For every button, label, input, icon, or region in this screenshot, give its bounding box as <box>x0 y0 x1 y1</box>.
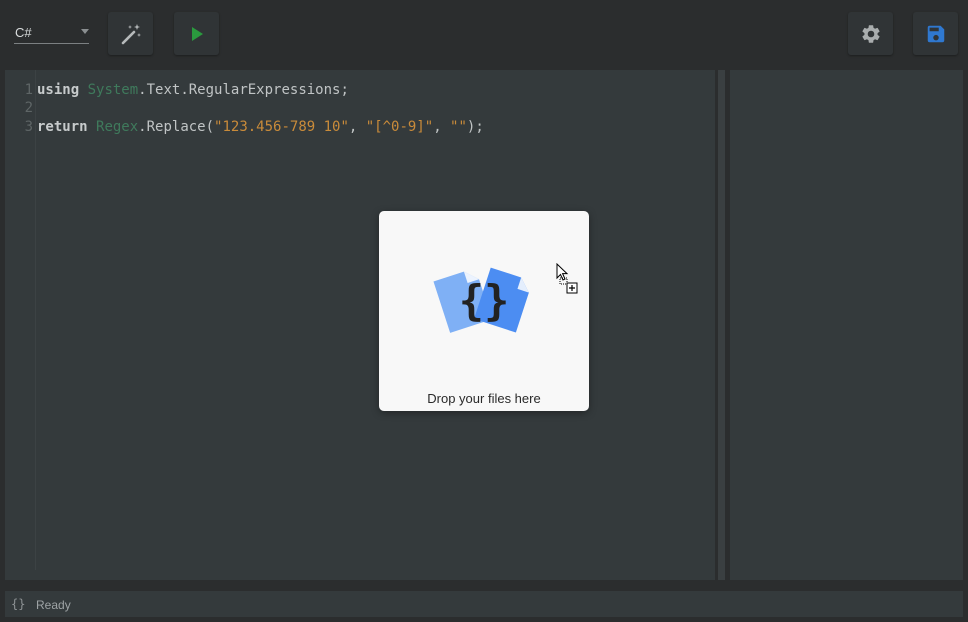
drop-label: Drop your files here <box>427 391 541 406</box>
run-button[interactable] <box>174 12 219 55</box>
save-icon <box>927 25 944 42</box>
svg-text:{}: {} <box>459 276 510 325</box>
code-token: .Text.RegularExpressions; <box>138 82 349 98</box>
gear-icon <box>861 24 880 43</box>
code-token: "[^0-9]" <box>365 119 434 135</box>
code-line[interactable]: 3 return Regex.Replace("123.456-789 10", … <box>5 118 484 136</box>
line-number: 3 <box>24 119 33 135</box>
code-editor[interactable]: 1 using System.Text.RegularExpressions; 2 3… <box>5 70 715 580</box>
drag-copy-cursor-icon <box>556 263 578 294</box>
code-token: ); <box>466 119 484 135</box>
file-braces-icon: {} <box>433 267 529 333</box>
save-button[interactable] <box>913 12 958 55</box>
line-number: 2 <box>24 100 33 116</box>
settings-button[interactable] <box>848 12 893 55</box>
code-token: using <box>37 82 80 98</box>
code-line[interactable]: 1 using System.Text.RegularExpressions; <box>5 81 349 99</box>
code-token: return <box>37 119 88 135</box>
braces-icon: {} <box>11 597 26 611</box>
code-token: System <box>87 82 139 98</box>
code-token: "" <box>450 119 467 135</box>
language-select-value: C# <box>15 25 32 40</box>
language-select[interactable]: C# <box>14 22 89 44</box>
code-token: "123.456-789 10" <box>214 119 349 135</box>
code-token: , <box>348 119 366 135</box>
file-drop-zone[interactable]: {} Drop your files here <box>379 211 589 411</box>
panel-splitter[interactable] <box>718 70 725 580</box>
code-token: , <box>433 119 451 135</box>
output-panel <box>730 70 963 580</box>
line-number: 1 <box>24 82 33 98</box>
code-token: Regex <box>96 119 139 135</box>
toolbar: C# <box>0 0 968 66</box>
code-token: .Replace( <box>138 119 215 135</box>
gutter-divider <box>35 70 36 570</box>
status-bar: {} Ready <box>5 591 963 617</box>
code-line[interactable]: 2 <box>5 99 37 117</box>
chevron-down-icon <box>81 29 89 34</box>
format-button[interactable] <box>108 12 153 55</box>
status-text: Ready <box>36 598 71 612</box>
magic-wand-icon <box>121 23 141 44</box>
play-icon <box>191 26 203 41</box>
